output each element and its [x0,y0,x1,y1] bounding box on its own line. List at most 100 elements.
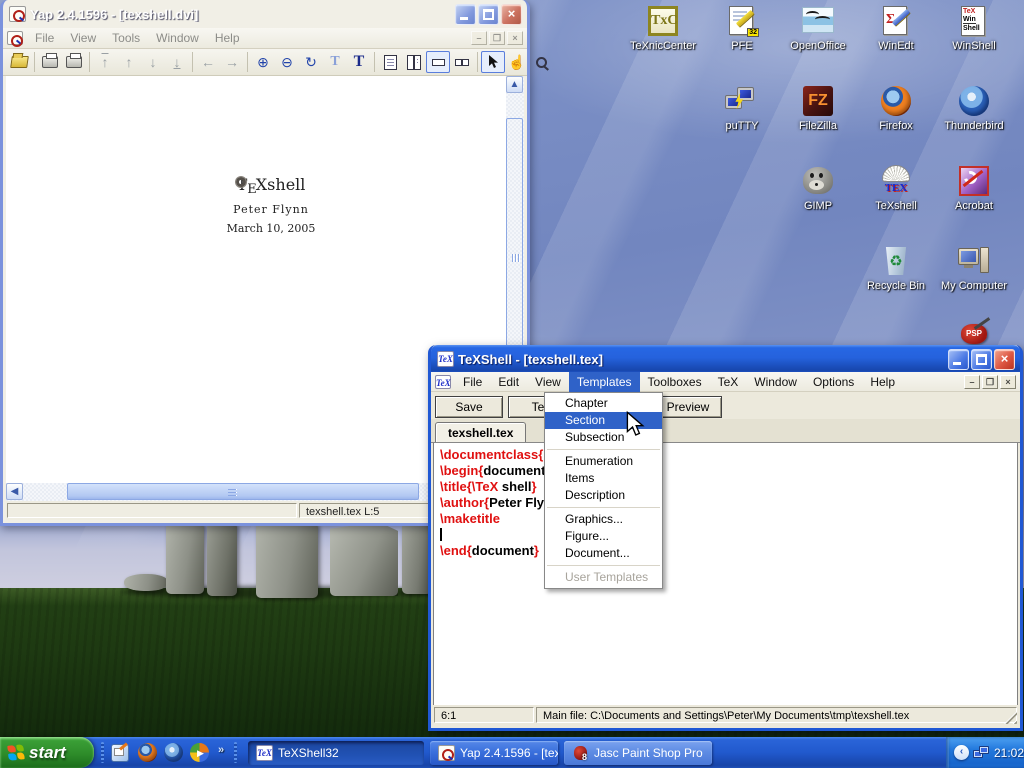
menu-tex[interactable]: TeX [710,372,747,392]
desktop-icon-thunderbird[interactable]: Thunderbird [936,85,1012,133]
menu-toolboxes[interactable]: Toolboxes [640,372,710,392]
texshell-minimize-button[interactable] [948,349,969,370]
zoom-in-icon[interactable]: ⊕ [251,51,275,73]
menu-view[interactable]: View [527,372,569,392]
system-tray: ‹ 21:02 [946,737,1024,768]
desktop-icon-acrobat[interactable]: Acrobat [936,165,1012,213]
taskbar-button-texshell32[interactable]: TeXTeXShell32 [248,741,424,765]
text-render-mode-icon[interactable]: T [347,51,371,73]
tab-texshell-tex[interactable]: texshell.tex [435,422,526,442]
forward-icon[interactable]: → [220,51,244,73]
texshell-close-button[interactable]: × [994,349,1015,370]
desktop-icon-winshell[interactable]: TeXWinShellWinShell [936,5,1012,53]
texshell-task-icon: TeX [256,745,273,761]
single-page-view-icon[interactable] [378,51,402,73]
next-page-icon[interactable]: ↓ [141,51,165,73]
desktop-icon-filezilla[interactable]: FZFileZilla [780,85,856,133]
facing-page-view-icon[interactable] [402,51,426,73]
gimp-icon [801,165,835,197]
save-button[interactable]: Save [435,396,503,418]
desktop-icon-label: TeXnicCenter [625,40,701,53]
yap-mdi-restore-icon[interactable]: ❐ [489,31,505,45]
texshell-mdi-restore-icon[interactable]: ❐ [982,375,998,389]
desktop-icon-label: My Computer [936,280,1012,293]
texshell-icon: TEX [879,165,913,197]
desktop-icon-openoffice[interactable]: OpenOffice [780,5,856,53]
yap-titlebar[interactable]: Yap 2.4.1596 - [texshell.dvi] × [3,0,527,28]
desktop-icon-texshell[interactable]: TEXTeXshell [858,165,934,213]
menu-options[interactable]: Options [805,372,862,392]
texshell-tab-row: texshell.tex [431,419,1020,443]
refresh-icon[interactable]: ↻ [299,51,323,73]
desktop-icon-label: Thunderbird [936,120,1012,133]
hand-tool-icon[interactable]: ☝ [505,51,529,73]
magnifier-tool-icon[interactable] [529,51,553,73]
text-outline-mode-icon[interactable]: T [323,51,347,73]
quicklaunch-overflow-chevron[interactable]: » [218,744,224,756]
desktop-icon-label: FileZilla [780,120,856,133]
menu-window: Window [148,28,207,48]
taskbar-button-jasc-paint-shop-pro[interactable]: Jasc Paint Shop Pro [564,741,712,765]
texshell-mdi-close-icon[interactable]: × [1000,375,1016,389]
yap-mdi-close-icon[interactable]: × [507,31,523,45]
desktop-icon-label: WinShell [936,40,1012,53]
previous-page-icon[interactable]: ↑ [117,51,141,73]
show-desktop-icon[interactable] [110,743,130,763]
last-page-icon[interactable]: ↓ [165,51,189,73]
desktop-icon-winedt[interactable]: ΣWinEdt [858,5,934,53]
texshell-maximize-button[interactable] [971,349,992,370]
continuous-facing-view-icon[interactable] [450,51,474,73]
texshell-editor[interactable]: \documentclass{\begin{document}\title{\T… [433,443,1018,708]
continuous-view-icon[interactable] [426,51,450,73]
menu-item-items[interactable]: Items [545,470,662,487]
first-page-icon[interactable]: ↑ [93,51,117,73]
desktop-icon-pfe[interactable]: 32PFE [704,5,780,53]
print-icon[interactable] [38,51,62,73]
desktop-icon-texniccenter[interactable]: TxCTeXnicCenter [625,5,701,53]
thunderbird-quicklaunch-icon[interactable] [164,743,184,763]
print-setup-icon[interactable] [62,51,86,73]
start-button[interactable]: start [0,737,94,768]
desktop-icon-my-computer[interactable]: My Computer [936,245,1012,293]
desktop-icon-firefox[interactable]: Firefox [858,85,934,133]
menu-item-enumeration[interactable]: Enumeration [545,453,662,470]
taskbar-separator-2[interactable] [234,742,237,763]
texshell-titlebar[interactable]: TeX TeXShell - [texshell.tex] × [431,345,1020,373]
texshell-statusbar: 6:1 Main file: C:\Documents and Settings… [433,705,1018,725]
menu-item-chapter[interactable]: Chapter [545,395,662,412]
firefox-quicklaunch-icon[interactable] [138,743,158,763]
network-tray-icon[interactable] [973,746,990,760]
tray-hide-icons-icon[interactable]: ‹ [954,745,969,760]
taskbar-button-yap-2-4-1596-texs[interactable]: Yap 2.4.1596 - [texs... [430,741,558,765]
menu-templates[interactable]: Templates [569,372,640,392]
scroll-up-icon[interactable]: ▲ [506,76,523,93]
yap-mdi-minimize-icon[interactable]: – [471,31,487,45]
yap-minimize-button[interactable] [455,4,476,25]
menu-help[interactable]: Help [862,372,903,392]
preview-button[interactable]: Preview [654,396,722,418]
back-icon[interactable]: ← [196,51,220,73]
select-tool-icon[interactable] [481,51,505,73]
menu-window[interactable]: Window [746,372,805,392]
media-player-quicklaunch-icon[interactable]: ▶ [190,743,210,763]
scroll-left-icon[interactable]: ◀ [6,483,23,500]
desktop-icon-recycle-bin[interactable]: ♻Recycle Bin [858,245,934,293]
texshell-mdi-minimize-icon[interactable]: – [964,375,980,389]
desktop-icon-putty[interactable]: puTTY [704,85,780,133]
desktop-icon-gimp[interactable]: GIMP [780,165,856,213]
menu-item-description[interactable]: Description [545,487,662,504]
menu-separator [547,565,660,566]
yap-close-button[interactable]: × [501,4,522,25]
yap-status-empty [7,503,297,518]
menu-item-figure[interactable]: Figure... [545,528,662,545]
editor-line: \end{document} [440,543,1017,559]
yap-hscroll-thumb[interactable] [67,483,419,500]
open-file-icon[interactable] [7,51,31,73]
menu-item-graphics[interactable]: Graphics... [545,511,662,528]
zoom-out-icon[interactable]: ⊖ [275,51,299,73]
menu-file[interactable]: File [455,372,490,392]
yap-maximize-button[interactable] [478,4,499,25]
taskbar-separator[interactable] [101,742,104,763]
menu-edit[interactable]: Edit [490,372,527,392]
menu-item-document[interactable]: Document... [545,545,662,562]
